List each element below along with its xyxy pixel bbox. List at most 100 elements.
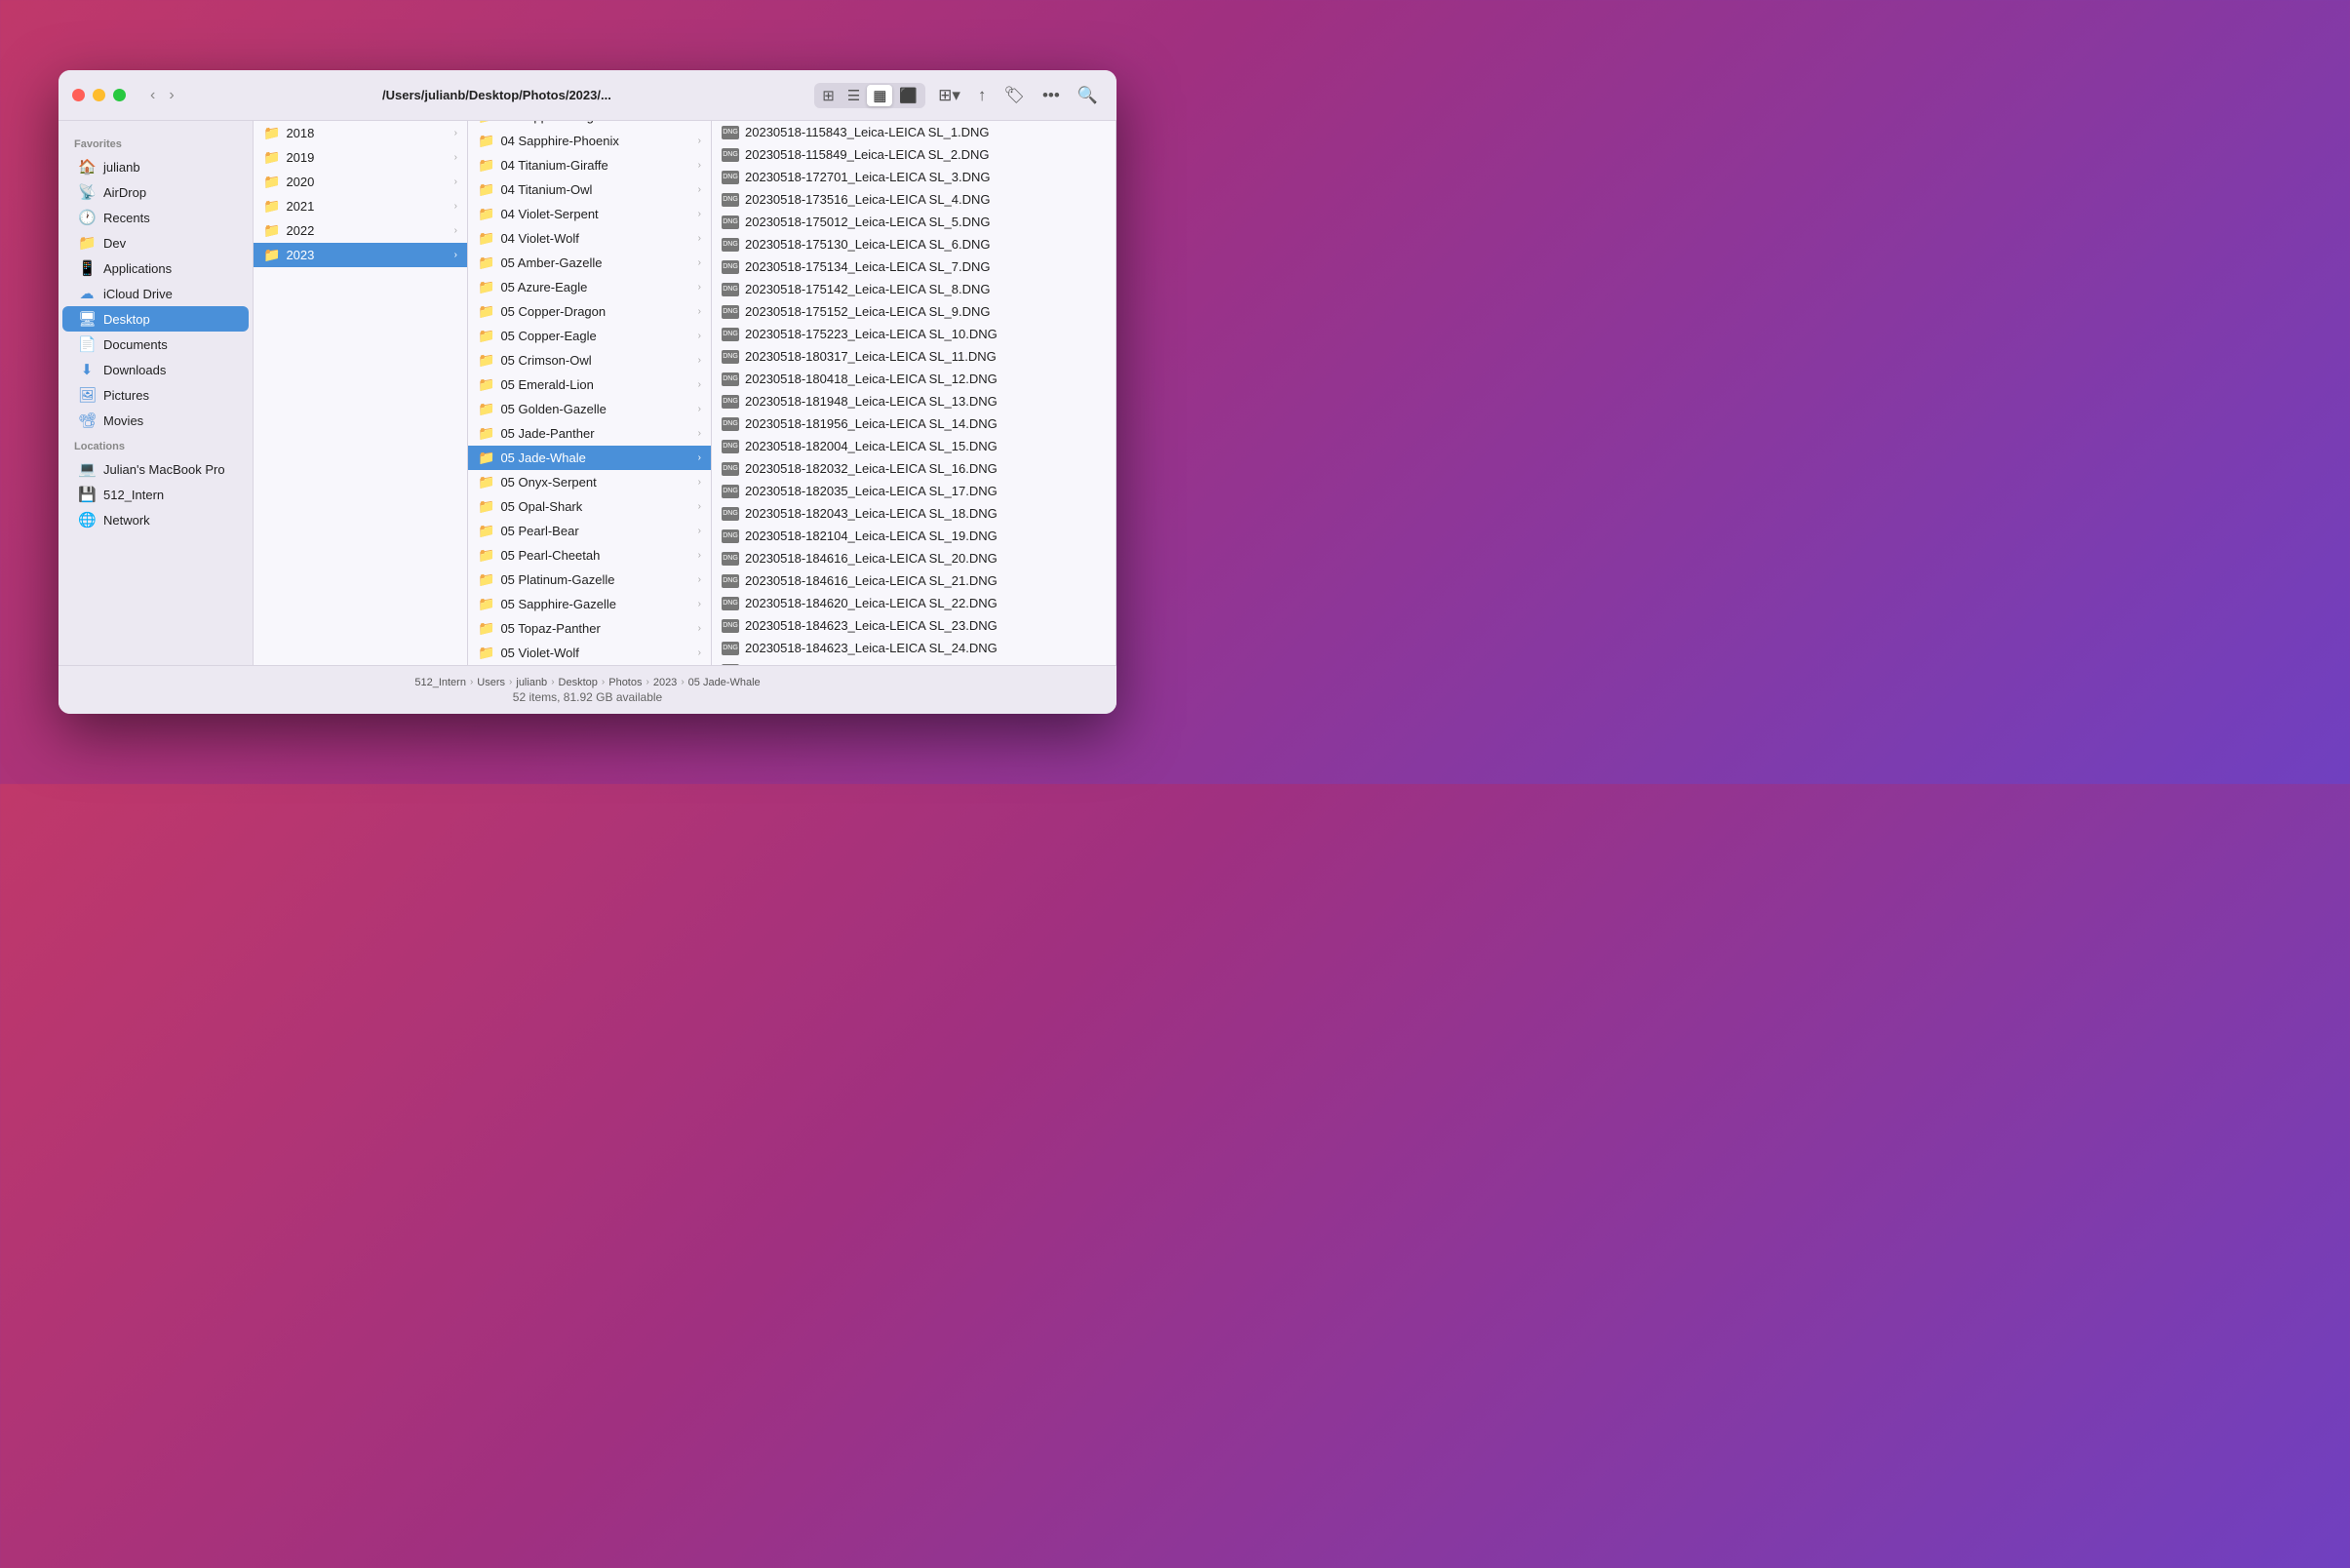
list-item[interactable]: 📁 05 Topaz-Panther › <box>468 616 711 641</box>
list-item[interactable]: DNG 20230518-182032_Leica-LEICA SL_16.DN… <box>712 457 1116 480</box>
list-item[interactable]: 📁 05 Onyx-Serpent › <box>468 470 711 494</box>
list-item[interactable]: DNG 20230518-182104_Leica-LEICA SL_19.DN… <box>712 525 1116 547</box>
list-item[interactable]: 📁 05 Emerald-Lion › <box>468 372 711 397</box>
chevron-right-icon: › <box>698 355 701 366</box>
list-item[interactable]: DNG 20230518-184623_Leica-LEICA SL_23.DN… <box>712 614 1116 637</box>
breadcrumb-item[interactable]: 512_Intern <box>414 677 466 688</box>
list-item[interactable]: 📁 05 Pearl-Cheetah › <box>468 543 711 568</box>
list-item[interactable]: DNG 20230518-175012_Leica-LEICA SL_5.DNG <box>712 211 1116 233</box>
list-item[interactable]: 📁 05 Golden-Gazelle › <box>468 397 711 421</box>
file-icon: DNG <box>722 574 739 588</box>
more-options-button[interactable]: ••• <box>1038 83 1065 108</box>
breadcrumb-item[interactable]: julianb <box>516 677 547 688</box>
close-button[interactable] <box>72 89 85 101</box>
list-item[interactable]: 📁 2021 › <box>254 194 467 218</box>
list-item[interactable]: 📁 2020 › <box>254 170 467 194</box>
list-item[interactable]: DNG 20230518-115843_Leica-LEICA SL_1.DNG <box>712 121 1116 143</box>
list-item[interactable]: DNG 20230518-115849_Leica-LEICA SL_2.DNG <box>712 143 1116 166</box>
folder-icon: 📁 <box>478 596 494 612</box>
folder-icon: 📁 <box>263 125 280 141</box>
breadcrumb-item[interactable]: Photos <box>608 677 642 688</box>
tag-button[interactable]: 🏷 <box>999 83 1030 108</box>
folder-icon: 📁 <box>478 620 494 637</box>
list-item[interactable]: DNG 20230518-180317_Leica-LEICA SL_11.DN… <box>712 345 1116 368</box>
list-item[interactable]: DNG 20230518-175142_Leica-LEICA SL_8.DNG <box>712 278 1116 300</box>
list-item[interactable]: 📁 05 Violet-Wolf › <box>468 641 711 665</box>
breadcrumb-item[interactable]: Users <box>477 677 505 688</box>
list-item[interactable]: 📁 05 Platinum-Gazelle › <box>468 568 711 592</box>
view-columns-button[interactable]: ▦ <box>867 85 892 106</box>
list-item[interactable]: 📁 04 Violet-Wolf › <box>468 226 711 251</box>
sidebar-item-airdrop[interactable]: 📡 AirDrop <box>62 179 249 205</box>
share-button[interactable]: ↑ <box>973 83 992 108</box>
list-item[interactable]: 📁 05 Opal-Shark › <box>468 494 711 519</box>
list-item[interactable]: 📁 05 Azure-Eagle › <box>468 275 711 299</box>
forward-button[interactable]: › <box>164 85 178 106</box>
list-item[interactable]: DNG 20230518-182004_Leica-LEICA SL_15.DN… <box>712 435 1116 457</box>
sidebar-item-downloads[interactable]: ⬇ Downloads <box>62 357 249 382</box>
sidebar-item-desktop[interactable]: 🖥 Desktop <box>62 306 249 332</box>
minimize-button[interactable] <box>93 89 105 101</box>
list-item[interactable]: DNG 20230518-184623_Leica-LEICA SL_24.DN… <box>712 637 1116 659</box>
sidebar-item-icloud[interactable]: ☁ iCloud Drive <box>62 281 249 306</box>
sidebar-item-recents[interactable]: 🕐 Recents <box>62 205 249 230</box>
list-item[interactable]: 📁 2019 › <box>254 145 467 170</box>
view-list-button[interactable]: ☰ <box>842 85 866 106</box>
list-item[interactable]: DNG 20230518-184620_Leica-LEICA SL_22.DN… <box>712 592 1116 614</box>
sidebar-item-documents[interactable]: 📄 Documents <box>62 332 249 357</box>
sidebar-item-applications[interactable]: 📱 Applications <box>62 255 249 281</box>
view-icons-button[interactable]: ⊞ <box>816 85 841 106</box>
list-item[interactable]: 📁 04 Violet-Serpent › <box>468 202 711 226</box>
sidebar-item-macbook[interactable]: 💻 Julian's MacBook Pro <box>62 456 249 482</box>
list-item[interactable]: 📁 05 Sapphire-Gazelle › <box>468 592 711 616</box>
list-item[interactable]: DNG 20230518-175223_Leica-LEICA SL_10.DN… <box>712 323 1116 345</box>
breadcrumb-item[interactable]: Desktop <box>559 677 598 688</box>
breadcrumb-item[interactable]: 2023 <box>653 677 677 688</box>
maximize-button[interactable] <box>113 89 126 101</box>
list-item[interactable]: 📁 04 Sapphire-Jaguar › <box>468 121 711 129</box>
view-gallery-button[interactable]: ⬛ <box>893 85 923 106</box>
list-item[interactable]: 📁 2022 › <box>254 218 467 243</box>
list-item[interactable]: DNG 20230518-182035_Leica-LEICA SL_17.DN… <box>712 480 1116 502</box>
back-button[interactable]: ‹ <box>145 85 160 106</box>
list-item[interactable]: DNG 20230518-184616_Leica-LEICA SL_21.DN… <box>712 569 1116 592</box>
sidebar-item-dev[interactable]: 📁 Dev <box>62 230 249 255</box>
list-item[interactable]: DNG 20230518-172701_Leica-LEICA SL_3.DNG <box>712 166 1116 188</box>
list-item[interactable]: 📁 05 Copper-Dragon › <box>468 299 711 324</box>
list-item[interactable]: DNG 20230518-175130_Leica-LEICA SL_6.DNG <box>712 233 1116 255</box>
list-item[interactable]: DNG 20230518-181956_Leica-LEICA SL_14.DN… <box>712 412 1116 435</box>
sidebar-item-512intern[interactable]: 💾 512_Intern <box>62 482 249 507</box>
list-item[interactable]: 📁 05 Jade-Panther › <box>468 421 711 446</box>
list-item[interactable]: DNG 20230518-181948_Leica-LEICA SL_13.DN… <box>712 390 1116 412</box>
list-item[interactable]: 📁 05 Jade-Whale › <box>468 446 711 470</box>
sidebar-item-movies[interactable]: 📽 Movies <box>62 408 249 433</box>
list-item[interactable]: 📁 05 Crimson-Owl › <box>468 348 711 372</box>
view-more-button[interactable]: ⊞▾ <box>933 83 965 108</box>
list-item[interactable]: DNG 20230518-184616_Leica-LEICA SL_20.DN… <box>712 547 1116 569</box>
list-item[interactable]: DNG 20230518-175134_Leica-LEICA SL_7.DNG <box>712 255 1116 278</box>
search-button[interactable]: 🔍 <box>1073 83 1103 108</box>
list-item[interactable]: 📁 05 Amber-Gazelle › <box>468 251 711 275</box>
sidebar-item-label: Desktop <box>103 312 150 327</box>
list-item[interactable]: 📁 05 Copper-Eagle › <box>468 324 711 348</box>
sidebar-item-network[interactable]: 🌐 Network <box>62 507 249 532</box>
recents-icon: 🕐 <box>78 209 96 226</box>
list-item[interactable]: 📁 05 Pearl-Bear › <box>468 519 711 543</box>
list-item[interactable]: DNG 20230518-180418_Leica-LEICA SL_12.DN… <box>712 368 1116 390</box>
list-item[interactable]: DNG 20230518-182043_Leica-LEICA SL_18.DN… <box>712 502 1116 525</box>
sidebar-item-julianb[interactable]: 🏠 julianb <box>62 154 249 179</box>
sidebar-item-pictures[interactable]: 🖼 Pictures <box>62 382 249 408</box>
file-icon: DNG <box>722 171 739 184</box>
list-item[interactable]: DNG 20230518-173516_Leica-LEICA SL_4.DNG <box>712 188 1116 211</box>
list-item[interactable]: 📁 04 Sapphire-Phoenix › <box>468 129 711 153</box>
pictures-icon: 🖼 <box>78 386 96 404</box>
breadcrumb-item[interactable]: 05 Jade-Whale <box>688 677 761 688</box>
list-item[interactable]: 📁 2018 › <box>254 121 467 145</box>
folder-icon: 📁 <box>263 149 280 166</box>
list-item[interactable]: DNG 20230518-175152_Leica-LEICA SL_9.DNG <box>712 300 1116 323</box>
list-item[interactable]: 📁 04 Titanium-Giraffe › <box>468 153 711 177</box>
laptop-icon: 💻 <box>78 460 96 478</box>
titlebar: ‹ › /Users/julianb/Desktop/Photos/2023/.… <box>59 70 1116 121</box>
list-item[interactable]: 📁 2023 › <box>254 243 467 267</box>
list-item[interactable]: 📁 04 Titanium-Owl › <box>468 177 711 202</box>
